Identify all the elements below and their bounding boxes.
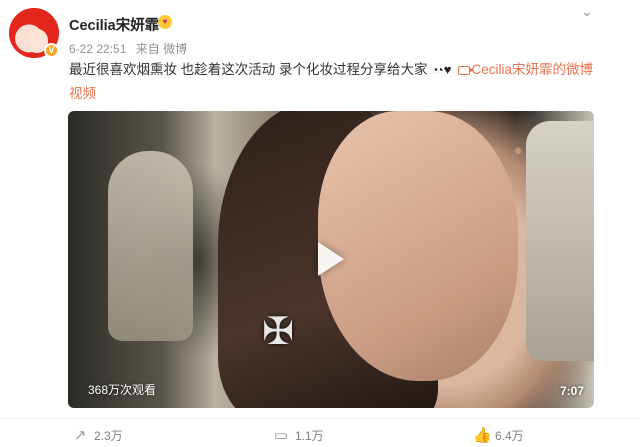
video-frame-face [318, 111, 518, 381]
black-heart-icon: ♥ [443, 62, 452, 77]
post-text: 最近很喜欢烟熏妆 也趁着这次活动 录个化妆过程分享给大家 ◔◔ ♥ Cecilia宋… [69, 58, 594, 106]
video-link-icon [457, 66, 474, 75]
forward-button[interactable]: ↗ 2.3万 [72, 424, 123, 446]
forward-count: 2.3万 [94, 428, 123, 443]
post-body: 最近很喜欢烟熏妆 也趁着这次活动 录个化妆过程分享给大家 [69, 62, 428, 77]
like-icon: 👍 [473, 427, 492, 444]
comment-button[interactable]: ▭ 1.1万 [273, 424, 324, 446]
earring-shape: ✠ [262, 311, 294, 353]
video-frame-seat-left [108, 151, 193, 341]
video-duration: 7:07 [559, 384, 584, 398]
post-meta: 6-22 22:51 来自 微博 [69, 40, 193, 57]
divider [0, 418, 640, 419]
username[interactable]: Cecilia宋妍霏 [69, 14, 159, 35]
play-icon[interactable] [318, 242, 344, 276]
post-time[interactable]: 6-22 22:51 [69, 42, 126, 56]
comment-icon: ▭ [273, 427, 289, 444]
comment-count: 1.1万 [295, 428, 324, 443]
view-count: 368万次观看 [88, 383, 157, 397]
eyes-emoji-icon: ◔◔ [431, 63, 443, 77]
like-count: 6.4万 [495, 428, 524, 443]
like-button[interactable]: 👍 6.4万 [473, 424, 524, 446]
forward-icon: ↗ [73, 427, 87, 444]
verified-v-icon: V [44, 43, 59, 58]
video-player[interactable]: ✠ 368万次观看 7:07 [68, 111, 594, 408]
heart-eyes-emoji-icon: ♥ [158, 15, 172, 29]
chevron-down-icon[interactable]: ⌄ [579, 4, 595, 18]
post-source: 来自 微博 [135, 42, 188, 56]
video-frame-seat-right [526, 121, 594, 361]
